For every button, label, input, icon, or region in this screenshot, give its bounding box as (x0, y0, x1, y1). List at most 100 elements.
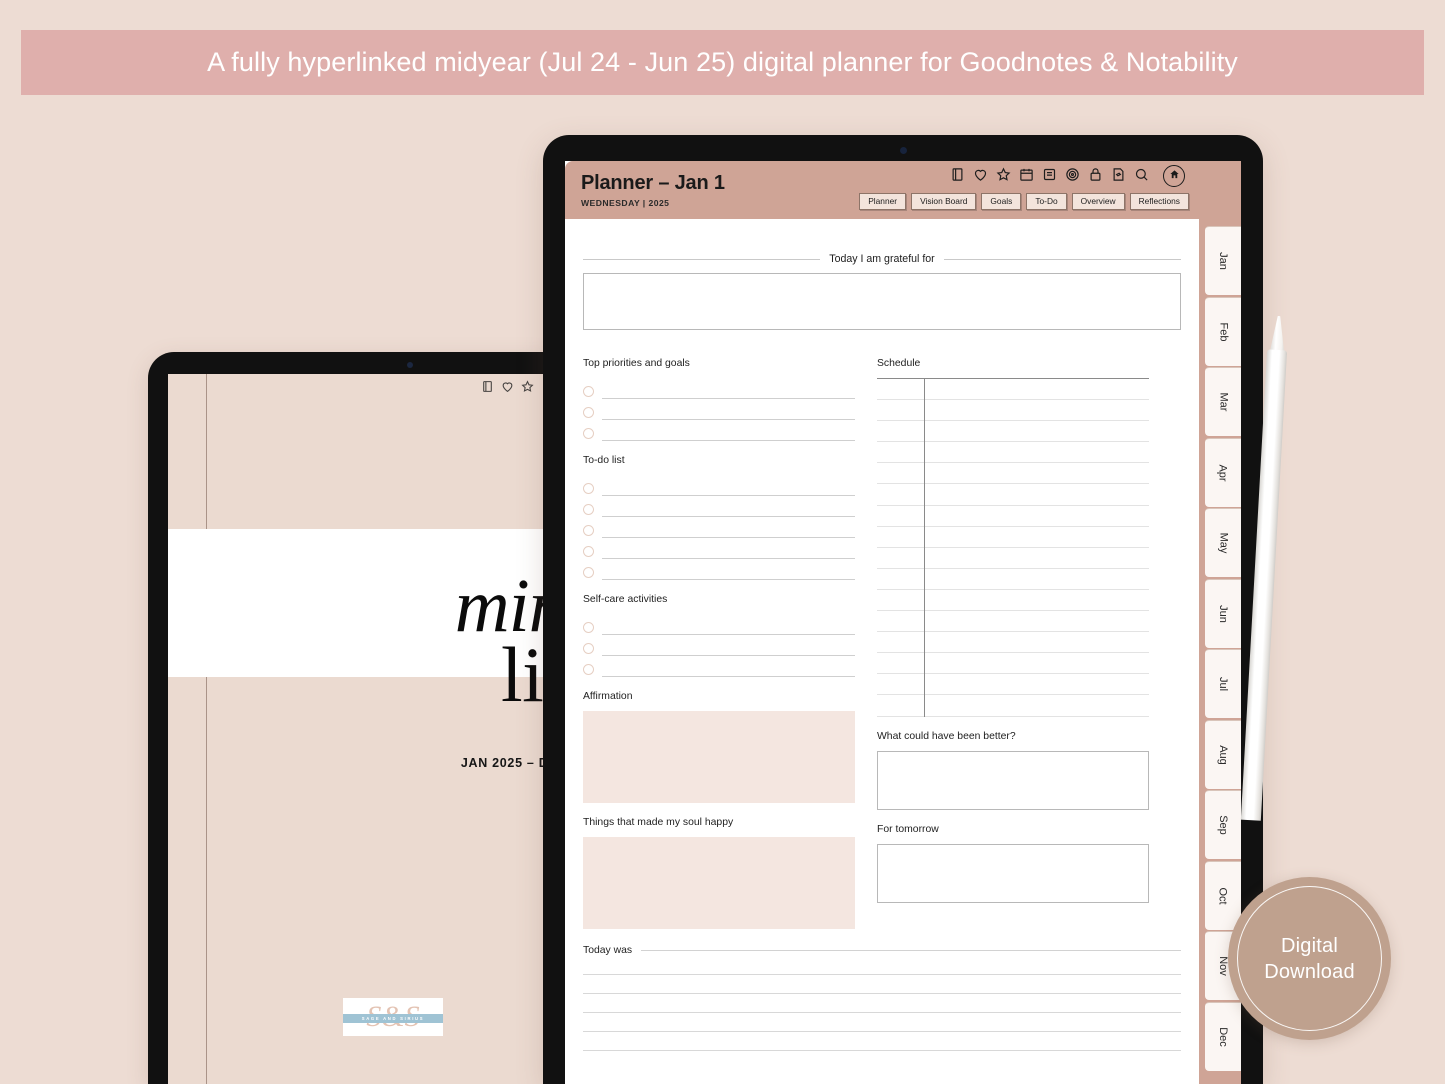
search-icon[interactable] (1134, 167, 1149, 182)
schedule-row[interactable] (877, 674, 1149, 696)
list-item[interactable] (583, 517, 855, 538)
grateful-input[interactable] (583, 273, 1181, 330)
month-tab-feb[interactable]: Feb (1205, 296, 1241, 366)
schedule-row[interactable] (877, 653, 1149, 675)
soul-happy-input[interactable] (583, 837, 855, 929)
schedule-row[interactable] (877, 442, 1149, 464)
write-line[interactable] (602, 516, 855, 517)
header-toolbar[interactable] (950, 167, 1149, 182)
schedule-grid[interactable] (877, 378, 1149, 717)
settings-button[interactable] (1199, 1072, 1241, 1084)
section-tabs[interactable]: Planner Vision Board Goals To-Do Overvie… (859, 193, 1189, 210)
write-line[interactable] (602, 537, 855, 538)
heart-icon[interactable] (501, 380, 514, 398)
month-tab-jan[interactable]: Jan (1205, 226, 1241, 295)
target-icon[interactable] (1065, 167, 1080, 182)
cover-toolbar-icons[interactable] (481, 380, 534, 398)
schedule-row[interactable] (877, 379, 1149, 401)
list-item[interactable] (583, 559, 855, 580)
checkbox-circle[interactable] (583, 546, 594, 557)
grateful-heading: Today I am grateful for (583, 253, 1181, 265)
month-tab-apr[interactable]: Apr (1205, 437, 1241, 507)
write-line[interactable] (602, 419, 855, 420)
lock-icon[interactable] (1088, 167, 1103, 182)
month-tab-jun[interactable]: Jun (1205, 578, 1241, 648)
notepad-icon[interactable] (481, 380, 494, 398)
write-line[interactable] (583, 974, 1181, 975)
list-item[interactable] (583, 399, 855, 420)
schedule-row[interactable] (877, 463, 1149, 485)
write-line[interactable] (583, 1050, 1181, 1051)
write-line[interactable] (602, 579, 855, 580)
star-icon[interactable] (996, 167, 1011, 182)
schedule-row[interactable] (877, 632, 1149, 654)
list-item[interactable] (583, 656, 855, 677)
home-icon (1169, 167, 1180, 185)
write-line[interactable] (602, 558, 855, 559)
month-tab-aug[interactable]: Aug (1205, 719, 1241, 789)
checkbox-circle[interactable] (583, 428, 594, 439)
schedule-row[interactable] (877, 421, 1149, 443)
month-tab-may[interactable]: May (1205, 508, 1241, 577)
list-item[interactable] (583, 614, 855, 635)
schedule-row[interactable] (877, 506, 1149, 527)
checkbox-circle[interactable] (583, 483, 594, 494)
month-tab-jul[interactable]: Jul (1205, 649, 1241, 718)
note-pencil-icon[interactable] (1111, 167, 1126, 182)
tab-planner[interactable]: Planner (859, 193, 907, 210)
schedule-row[interactable] (877, 569, 1149, 590)
write-line[interactable] (602, 398, 855, 399)
better-input[interactable] (877, 750, 1149, 810)
month-tab-oct[interactable]: Oct (1205, 860, 1241, 930)
write-line[interactable] (602, 495, 855, 496)
journal-icon[interactable] (1042, 167, 1057, 182)
write-line[interactable] (583, 1012, 1181, 1013)
rule (641, 950, 1181, 951)
write-line[interactable] (583, 1031, 1181, 1032)
checkbox-circle[interactable] (583, 664, 594, 675)
calendar-icon[interactable] (1019, 167, 1034, 182)
schedule-row[interactable] (877, 548, 1149, 569)
checkbox-circle[interactable] (583, 504, 594, 515)
heart-icon[interactable] (973, 167, 988, 182)
tab-goals[interactable]: Goals (981, 193, 1022, 210)
star-icon[interactable] (521, 380, 534, 398)
tab-to-do[interactable]: To-Do (1026, 193, 1067, 210)
schedule-row[interactable] (877, 484, 1149, 506)
home-button[interactable] (1163, 165, 1185, 187)
tab-overview[interactable]: Overview (1071, 193, 1125, 210)
tab-vision-board[interactable]: Vision Board (911, 193, 977, 210)
list-item[interactable] (583, 496, 855, 517)
list-item[interactable] (583, 475, 855, 496)
checkbox-circle[interactable] (583, 567, 594, 578)
schedule-row[interactable] (877, 590, 1149, 612)
affirmation-input[interactable] (583, 711, 855, 803)
list-item[interactable] (583, 538, 855, 559)
tab-reflections[interactable]: Reflections (1129, 193, 1189, 210)
write-line[interactable] (602, 440, 855, 441)
schedule-row[interactable] (877, 695, 1149, 717)
checkbox-circle[interactable] (583, 622, 594, 633)
schedule-row[interactable] (877, 400, 1149, 422)
write-line[interactable] (602, 655, 855, 656)
list-item[interactable] (583, 378, 855, 399)
write-line[interactable] (602, 676, 855, 677)
write-line[interactable] (583, 993, 1181, 994)
list-item[interactable] (583, 420, 855, 441)
write-line[interactable] (602, 634, 855, 635)
schedule-row[interactable] (877, 527, 1149, 548)
tomorrow-input[interactable] (877, 843, 1149, 903)
month-tab-label: Feb (1217, 322, 1229, 341)
month-tab-sep[interactable]: Sep (1205, 790, 1241, 859)
checkbox-circle[interactable] (583, 643, 594, 654)
checkbox-circle[interactable] (583, 407, 594, 418)
schedule-row[interactable] (877, 611, 1149, 633)
checkbox-circle[interactable] (583, 386, 594, 397)
month-tab-dec[interactable]: Dec (1205, 1001, 1241, 1071)
notepad-icon[interactable] (950, 167, 965, 182)
list-item[interactable] (583, 635, 855, 656)
cover-vertical-rule (206, 374, 207, 1084)
month-tab-mar[interactable]: Mar (1205, 367, 1241, 436)
checkbox-circle[interactable] (583, 525, 594, 536)
